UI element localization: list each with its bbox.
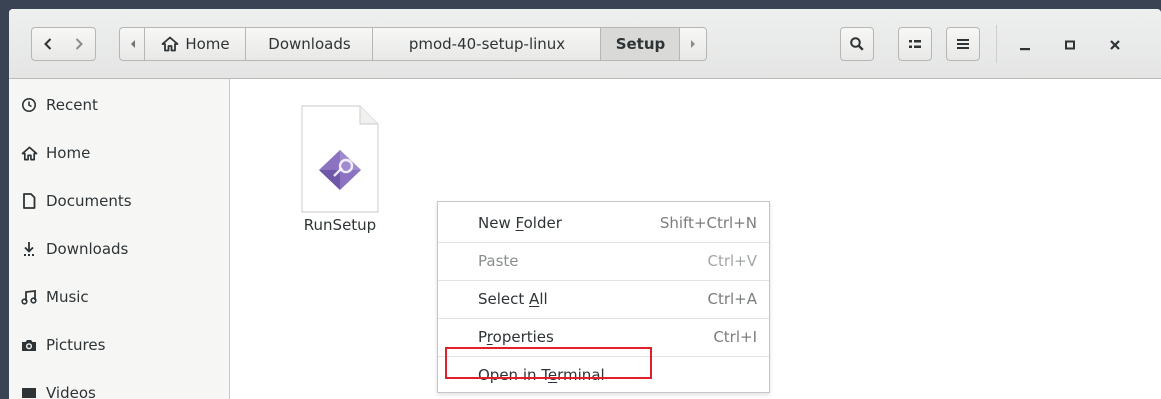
document-icon [20,192,38,210]
path-scroll-left-button[interactable] [119,27,145,61]
context-menu: New Folder Shift+Ctrl+N Paste Ctrl+V Sel… [437,201,770,393]
menu-item-shortcut: Ctrl+A [707,290,757,308]
sidebar-item-videos[interactable]: Videos [9,373,229,399]
triangle-right-icon [691,40,695,48]
back-button[interactable] [31,27,64,61]
path-scroll-right-button[interactable] [679,27,707,61]
sidebar-item-label: Home [46,144,91,162]
menu-item-label: Paste [478,252,519,270]
header-separator [996,25,997,63]
maximize-button[interactable] [1060,35,1080,55]
menu-item-shortcut: Shift+Ctrl+N [659,214,757,232]
file-name-label: RunSetup [303,216,377,234]
music-icon [20,288,38,306]
menu-item-properties[interactable]: Properties Ctrl+I [438,318,769,356]
hamburger-menu-icon [957,39,969,49]
video-icon [20,384,38,399]
breadcrumb-label: Setup [615,35,666,53]
sidebar-item-home[interactable]: Home [9,133,229,173]
app-menu-button[interactable] [946,27,980,61]
menu-item-label: Properties [478,328,554,346]
breadcrumb-label: Downloads [268,35,351,53]
minimize-button[interactable] [1015,35,1035,55]
menu-item-paste: Paste Ctrl+V [438,242,769,280]
list-view-icon [909,40,921,48]
camera-icon [20,336,38,354]
menu-item-select-all[interactable]: Select All Ctrl+A [438,280,769,318]
sidebar-item-label: Videos [46,384,96,399]
file-item-runsetup[interactable] [290,104,390,220]
menu-item-shortcut: Ctrl+V [707,252,757,270]
sidebar-item-label: Documents [46,192,132,210]
menu-item-label: Open in Terminal [478,366,605,384]
search-button[interactable] [840,27,874,61]
chevron-left-icon [43,38,51,50]
triangle-left-icon [130,40,135,48]
maximize-icon [1065,40,1075,50]
minimize-icon [1020,48,1030,51]
forward-button[interactable] [63,27,96,61]
sidebar-item-documents[interactable]: Documents [9,181,229,221]
header-bar: Home Downloads pmod-40-setup-linux Setup [9,9,1161,79]
sidebar-item-label: Music [46,288,89,306]
sidebar-item-label: Downloads [46,240,129,258]
breadcrumb-label: Home [185,35,230,53]
menu-item-open-in-terminal[interactable]: Open in Terminal [438,356,769,394]
sidebar-item-recent[interactable]: Recent [9,85,229,125]
view-toggle-button[interactable] [898,27,932,61]
close-icon [1110,40,1120,50]
executable-file-icon [301,105,379,213]
download-icon [20,240,38,258]
home-icon [161,36,179,52]
menu-item-shortcut: Ctrl+I [713,328,757,346]
sidebar-item-label: Pictures [46,336,106,354]
clock-icon [20,96,38,114]
search-icon [850,37,864,51]
breadcrumb-downloads[interactable]: Downloads [245,27,373,61]
menu-item-new-folder[interactable]: New Folder Shift+Ctrl+N [438,204,769,242]
menu-item-label: Select All [478,290,548,308]
breadcrumb-home[interactable]: Home [144,27,246,61]
sidebar-item-label: Recent [46,96,98,114]
sidebar-item-pictures[interactable]: Pictures [9,325,229,365]
close-button[interactable] [1105,35,1125,55]
file-manager-window: Home Downloads pmod-40-setup-linux Setup [9,9,1161,399]
breadcrumb-label: pmod-40-setup-linux [408,35,566,53]
menu-item-label: New Folder [478,214,562,232]
home-icon [20,144,38,162]
sidebar-item-music[interactable]: Music [9,277,229,317]
breadcrumb-setup[interactable]: Setup [600,27,680,61]
chevron-right-icon [75,38,83,50]
sidebar-item-downloads[interactable]: Downloads [9,229,229,269]
places-sidebar: Recent Home Documents Downloads Music Pi… [9,79,230,399]
breadcrumb-pmod-40-setup-linux[interactable]: pmod-40-setup-linux [372,27,601,61]
